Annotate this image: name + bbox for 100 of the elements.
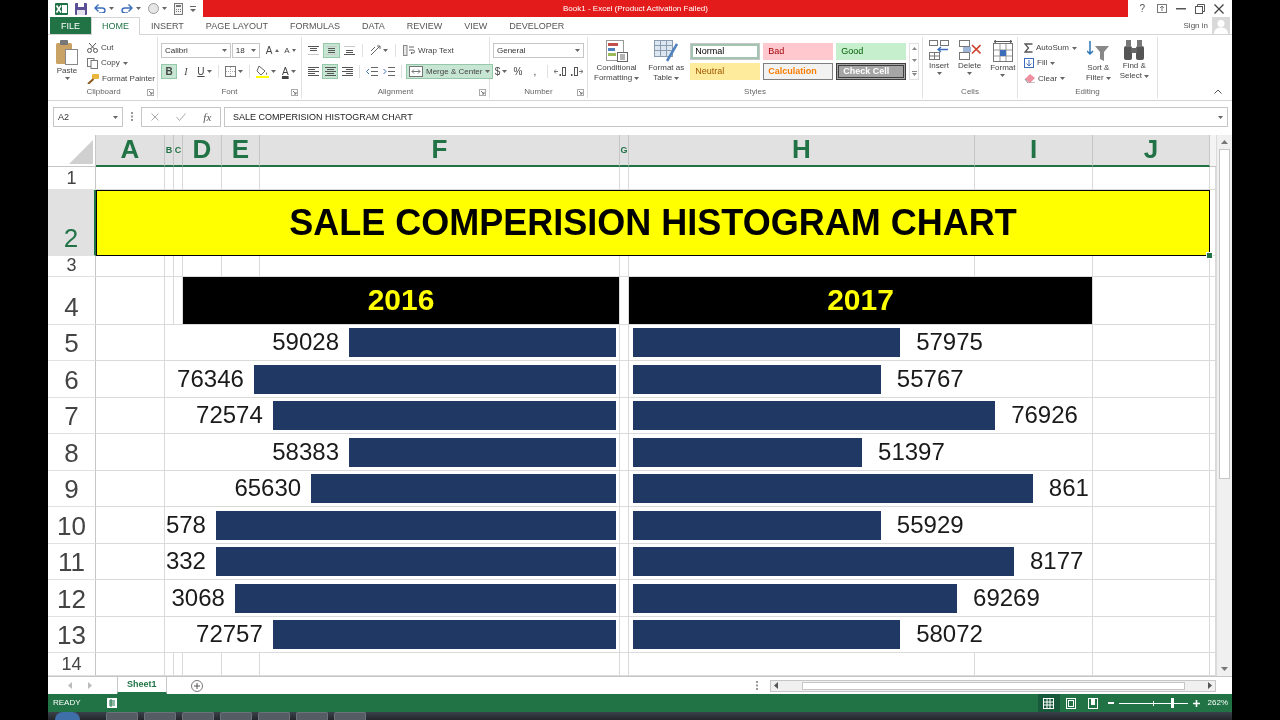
- column-header[interactable]: A: [96, 135, 165, 167]
- column-header[interactable]: E: [222, 135, 260, 167]
- horizontal-scrollbar[interactable]: [770, 679, 1216, 692]
- row-header[interactable]: 4: [48, 277, 96, 325]
- decrease-decimal-button[interactable]: [569, 64, 585, 79]
- insert-function-button[interactable]: fx: [203, 110, 212, 124]
- cut-button[interactable]: Cut: [84, 41, 158, 56]
- scroll-up-icon[interactable]: [911, 47, 917, 50]
- autosum-button[interactable]: AutoSum: [1021, 41, 1080, 56]
- bar-cell[interactable]: 59028: [165, 325, 620, 361]
- more-options-icon[interactable]: [911, 71, 917, 76]
- sheet-cell[interactable]: [1093, 256, 1210, 277]
- sheet-cell[interactable]: [1093, 471, 1210, 507]
- underline-button[interactable]: U: [195, 64, 214, 79]
- name-box[interactable]: A2: [53, 107, 123, 127]
- bar-cell[interactable]: 578: [165, 507, 620, 544]
- bar-cell[interactable]: 76346: [165, 361, 620, 398]
- previous-sheet-icon[interactable]: [68, 682, 72, 689]
- row-header[interactable]: 10: [48, 507, 96, 544]
- ribbon-tab[interactable]: PAGE LAYOUT: [194, 17, 280, 34]
- bar-cell[interactable]: 76926: [629, 398, 1093, 434]
- bold-button[interactable]: B: [161, 64, 177, 79]
- scroll-down-icon[interactable]: [1221, 667, 1228, 671]
- italic-button[interactable]: I: [178, 64, 194, 79]
- borders-button[interactable]: [222, 64, 246, 79]
- sheet-cell[interactable]: [174, 256, 183, 277]
- delete-cells-button[interactable]: Delete: [955, 38, 985, 86]
- save-icon[interactable]: [75, 2, 87, 15]
- normal-view-button[interactable]: [1037, 694, 1060, 712]
- sheet-cell[interactable]: [1093, 398, 1210, 434]
- check-icon[interactable]: [176, 113, 186, 121]
- taskbar-button[interactable]: [334, 712, 366, 720]
- taskbar-button[interactable]: [258, 712, 290, 720]
- align-middle-button[interactable]: [323, 43, 340, 58]
- sign-in-link[interactable]: Sign in: [1183, 20, 1208, 31]
- corner-arrow-icon[interactable]: [147, 88, 154, 96]
- dropdown-menu-icon[interactable]: [190, 5, 196, 12]
- bar-cell[interactable]: 58383: [165, 434, 620, 471]
- align-top-button[interactable]: [305, 43, 322, 58]
- increase-decimal-button[interactable]: [552, 64, 568, 79]
- insert-cells-button[interactable]: Insert: [926, 38, 952, 86]
- fill-color-button[interactable]: [254, 64, 279, 79]
- scroll-left-icon[interactable]: [774, 682, 778, 689]
- clear-button[interactable]: Clear: [1021, 71, 1080, 86]
- decrease-indent-button[interactable]: [364, 64, 380, 79]
- format-as-table-button[interactable]: Format as Table: [645, 38, 688, 86]
- bar-cell[interactable]: 51397: [629, 434, 1093, 471]
- sheet-cell[interactable]: [96, 277, 165, 325]
- redo-icon[interactable]: [121, 4, 133, 13]
- sheet-cell[interactable]: [1093, 361, 1210, 398]
- scroll-right-icon[interactable]: [1208, 682, 1212, 689]
- row-header[interactable]: 7: [48, 398, 96, 434]
- cancel-icon[interactable]: [150, 113, 159, 121]
- sheet-cell[interactable]: [165, 256, 174, 277]
- add-sheet-icon[interactable]: [190, 679, 203, 692]
- currency-button[interactable]: $: [493, 64, 509, 79]
- bar-cell[interactable]: 8177: [629, 544, 1093, 580]
- row-header[interactable]: 3: [48, 256, 96, 277]
- sheet-cell[interactable]: [1093, 325, 1210, 361]
- taskbar-button[interactable]: [296, 712, 328, 720]
- ribbon-tab[interactable]: VIEW: [453, 17, 499, 34]
- help-button[interactable]: ?: [1136, 2, 1148, 15]
- zoom-level[interactable]: 262%: [1207, 698, 1228, 708]
- shrink-font-button[interactable]: A: [281, 43, 298, 58]
- bar-cell[interactable]: 55767: [629, 361, 1093, 398]
- sheet-cell[interactable]: [1093, 277, 1210, 325]
- row-header[interactable]: 14: [48, 653, 96, 676]
- column-header[interactable]: J: [1093, 135, 1210, 167]
- bar-cell[interactable]: 65630: [165, 471, 620, 507]
- taskbar-button[interactable]: [220, 712, 252, 720]
- sheet-cell[interactable]: [96, 256, 165, 277]
- select-all-button[interactable]: [48, 135, 96, 167]
- ribbon-tab[interactable]: DATA: [351, 17, 396, 34]
- font-name-box[interactable]: Calibri: [161, 43, 231, 58]
- taskbar-button[interactable]: [144, 712, 176, 720]
- row-header[interactable]: 1: [48, 167, 96, 190]
- corner-arrow-icon[interactable]: [577, 88, 584, 96]
- align-left-button[interactable]: [305, 64, 321, 79]
- bar-cell[interactable]: 72574: [165, 398, 620, 434]
- grow-font-button[interactable]: A: [263, 43, 281, 58]
- sheet-cell[interactable]: [1093, 544, 1210, 580]
- sheet-cell[interactable]: [1093, 617, 1210, 653]
- cell-style-option[interactable]: Neutral: [690, 63, 761, 80]
- align-bottom-button[interactable]: [341, 43, 358, 58]
- calculator-icon[interactable]: [174, 2, 183, 15]
- row-header[interactable]: 5: [48, 325, 96, 361]
- cell-style-option[interactable]: Good: [836, 43, 907, 60]
- circle-icon[interactable]: [148, 3, 159, 14]
- minimize-icon[interactable]: [1175, 7, 1186, 10]
- find-select-button[interactable]: Find & Select: [1116, 38, 1152, 86]
- row-header[interactable]: 9: [48, 471, 96, 507]
- column-header[interactable]: D: [183, 135, 222, 167]
- bar-cell[interactable]: 58072: [629, 617, 1093, 653]
- conditional-formatting-button[interactable]: Conditional Formatting: [591, 38, 643, 86]
- ribbon-tab[interactable]: HOME: [91, 17, 140, 35]
- vertical-scrollbar[interactable]: [1216, 135, 1232, 676]
- cell-style-option[interactable]: Bad: [763, 43, 834, 60]
- bar-cell[interactable]: 57975: [629, 325, 1093, 361]
- row-header[interactable]: 12: [48, 580, 96, 617]
- sheet-tab[interactable]: Sheet1: [117, 677, 167, 694]
